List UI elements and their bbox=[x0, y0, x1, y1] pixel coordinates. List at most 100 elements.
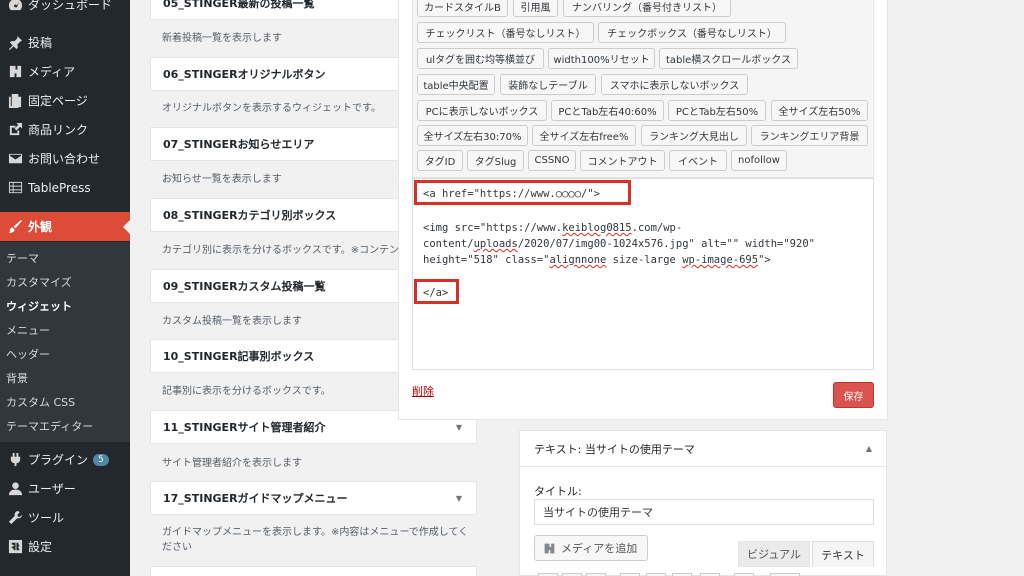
media-icon bbox=[2, 64, 28, 79]
quicktag-button[interactable]: タグID bbox=[417, 150, 463, 171]
widget-item[interactable] bbox=[150, 566, 477, 576]
quicktag-button[interactable]: カードスタイルB bbox=[417, 0, 508, 17]
highlight-box-close-anchor bbox=[414, 279, 459, 304]
sidebar-item-label: 投稿 bbox=[28, 36, 53, 50]
caret-down-icon[interactable]: ▼ bbox=[456, 494, 462, 503]
widget-item[interactable]: 17_STINGERガイドマップメニュー ▼ bbox=[150, 481, 477, 515]
pin-icon bbox=[2, 35, 28, 50]
caret-down-icon[interactable]: ▼ bbox=[456, 423, 462, 432]
widget-title: 06_STINGERオリジナルボタン bbox=[163, 68, 326, 81]
quicktag-button[interactable]: イベント bbox=[669, 150, 727, 171]
sidebar-item-label: ダッシュボード bbox=[28, 0, 113, 12]
code-line-img: content/uploads/2020/07/img00-1024x576.j… bbox=[423, 238, 815, 250]
sidebar-item-tools[interactable]: ツール bbox=[0, 503, 130, 532]
sidebar-item-pages[interactable]: 固定ページ bbox=[0, 86, 130, 115]
sidebar-item-contact[interactable]: お問い合わせ bbox=[0, 144, 130, 173]
sidebar-item-users[interactable]: ユーザー bbox=[0, 474, 130, 503]
plugin-icon bbox=[2, 452, 28, 467]
sidebar-item-label: プラグイン bbox=[28, 453, 89, 467]
table-icon bbox=[2, 180, 28, 195]
wrench-icon bbox=[2, 510, 28, 525]
quicktag-button[interactable]: CSSNO bbox=[528, 150, 576, 171]
media-icon bbox=[544, 543, 555, 553]
quicktag-button[interactable]: 全サイズ左右free% bbox=[532, 125, 636, 146]
quicktag-button[interactable]: チェックリスト（番号なしリスト） bbox=[417, 22, 594, 43]
sidebar-item-label: ユーザー bbox=[28, 482, 76, 496]
quicktag-button[interactable]: PCに表示しないボックス bbox=[417, 100, 547, 121]
quicktag-button[interactable]: nofollow bbox=[731, 150, 787, 171]
text-widget-header[interactable]: テキスト: 当サイトの使用テーマ ▲ bbox=[520, 431, 886, 467]
sidebar-item-media[interactable]: メディア bbox=[0, 57, 130, 86]
dashboard-icon bbox=[2, 0, 28, 12]
quicktag-button[interactable]: ulタグを囲む均等横並び bbox=[417, 48, 544, 69]
sidebar-item-product-links[interactable]: 商品リンク bbox=[0, 115, 130, 144]
quicktag-button[interactable]: ナンバリング（番号付きリスト） bbox=[563, 0, 731, 17]
text-widget-heading: テキスト: 当サイトの使用テーマ bbox=[534, 442, 695, 456]
sidebar-item-label: ツール bbox=[28, 511, 65, 525]
sidebar-item-appearance[interactable]: 外観 bbox=[0, 212, 130, 241]
add-media-button[interactable]: メディアを追加 bbox=[534, 535, 649, 561]
submenu-themes[interactable]: テーマ bbox=[6, 250, 39, 266]
delete-link[interactable]: 削除 bbox=[412, 383, 434, 399]
tab-text[interactable]: テキスト bbox=[812, 541, 874, 567]
submenu-menus[interactable]: メニュー bbox=[6, 322, 50, 338]
caret-up-icon[interactable]: ▲ bbox=[866, 444, 872, 453]
text-widget-panel: テキスト: 当サイトの使用テーマ ▲ タイトル: 当サイトの使用テーマ メディア… bbox=[519, 430, 887, 576]
quicktag-button[interactable]: 引用風 bbox=[513, 0, 558, 17]
page-icon bbox=[2, 93, 28, 108]
sidebar-item-label: お問い合わせ bbox=[28, 152, 101, 166]
quicktag-button[interactable]: ランキング大見出し bbox=[641, 125, 747, 146]
quicktag-button[interactable]: 全サイズ左右30:70% bbox=[417, 125, 528, 146]
code-line-img: <img src="https://www.keiblog0815.com/wp… bbox=[423, 222, 683, 234]
widget-description: サイト管理者紹介を表示します bbox=[162, 458, 302, 469]
widget-content-textarea[interactable]: <a href="https://www.○○○○/"> <img src="h… bbox=[412, 178, 874, 370]
sidebar-item-label: 固定ページ bbox=[28, 94, 88, 108]
quicktag-button[interactable]: PCとTab左右40:60% bbox=[551, 100, 664, 121]
plugin-update-badge: 5 bbox=[93, 453, 109, 466]
quicktag-button[interactable]: 全サイズ左右50% bbox=[771, 100, 868, 121]
quicktag-button[interactable]: タグSlug bbox=[467, 150, 524, 171]
sidebar-item-label: 外観 bbox=[28, 220, 53, 234]
sidebar-item-label: メディア bbox=[28, 65, 76, 79]
submenu-background[interactable]: 背景 bbox=[6, 370, 28, 386]
widget-title: 05_STINGER最新の投稿一覧 bbox=[163, 0, 315, 10]
quicktag-button[interactable]: コメントアウト bbox=[580, 150, 665, 171]
widget-description: ガイドマップメニューを表示します。※内容はメニューで作成してください bbox=[162, 527, 469, 553]
quicktag-button[interactable]: width100%リセット bbox=[548, 48, 655, 69]
sidebar-item-settings[interactable]: 設定 bbox=[0, 532, 130, 561]
appearance-submenu: テーマ カスタマイズ ウィジェット メニュー ヘッダー 背景 カスタム CSS … bbox=[0, 242, 130, 442]
widget-title: 17_STINGERガイドマップメニュー bbox=[163, 492, 348, 505]
quicktag-button[interactable]: スマホに表示しないボックス bbox=[601, 74, 748, 95]
widget-title: 07_STINGERお知らせエリア bbox=[163, 138, 315, 151]
submenu-customize[interactable]: カスタマイズ bbox=[6, 274, 72, 290]
sidebar-item-tablepress[interactable]: TablePress bbox=[0, 173, 130, 202]
title-label: タイトル: bbox=[534, 485, 582, 498]
widget-title: 11_STINGERサイト管理者紹介 bbox=[163, 421, 326, 434]
tab-visual[interactable]: ビジュアル bbox=[738, 541, 810, 567]
sidebar-item-label: 設定 bbox=[28, 540, 53, 554]
quicktag-button[interactable]: table横スクロールボックス bbox=[659, 48, 798, 69]
user-icon bbox=[2, 481, 28, 496]
quicktag-button[interactable]: 装飾なしテーブル bbox=[500, 74, 596, 95]
sidebar-item-plugins[interactable]: プラグイン 5 bbox=[0, 445, 130, 474]
widget-title: 08_STINGERカテゴリ別ボックス bbox=[163, 209, 337, 222]
paintbrush-icon bbox=[2, 219, 28, 234]
submenu-header[interactable]: ヘッダー bbox=[6, 346, 50, 362]
save-button[interactable]: 保存 bbox=[833, 382, 874, 408]
sidebar-item-dashboard[interactable]: ダッシュボード bbox=[0, 0, 130, 19]
submenu-widgets[interactable]: ウィジェット bbox=[6, 298, 72, 314]
sidebar-item-label: TablePress bbox=[28, 180, 91, 195]
submenu-custom-css[interactable]: カスタム CSS bbox=[6, 394, 75, 410]
quicktag-button[interactable]: ランキングエリア背景 bbox=[751, 125, 868, 146]
title-input[interactable]: 当サイトの使用テーマ bbox=[534, 499, 874, 525]
settings-icon bbox=[2, 539, 28, 554]
quicktag-button[interactable]: table中央配置 bbox=[417, 74, 495, 95]
quicktag-button[interactable]: PCとTab左右50% bbox=[668, 100, 766, 121]
envelope-icon bbox=[2, 151, 28, 166]
sidebar-item-posts[interactable]: 投稿 bbox=[0, 28, 130, 57]
admin-sidebar: ダッシュボード 投稿 メディア 固定ページ 商品リンク お問い合わせ Table… bbox=[0, 0, 130, 576]
highlight-box-open-anchor bbox=[414, 180, 631, 205]
code-line-img: height="518" class="alignnone size-large… bbox=[423, 254, 771, 266]
submenu-theme-editor[interactable]: テーマエディター bbox=[6, 418, 93, 434]
quicktag-button[interactable]: チェックボックス（番号なしリスト） bbox=[598, 22, 786, 43]
